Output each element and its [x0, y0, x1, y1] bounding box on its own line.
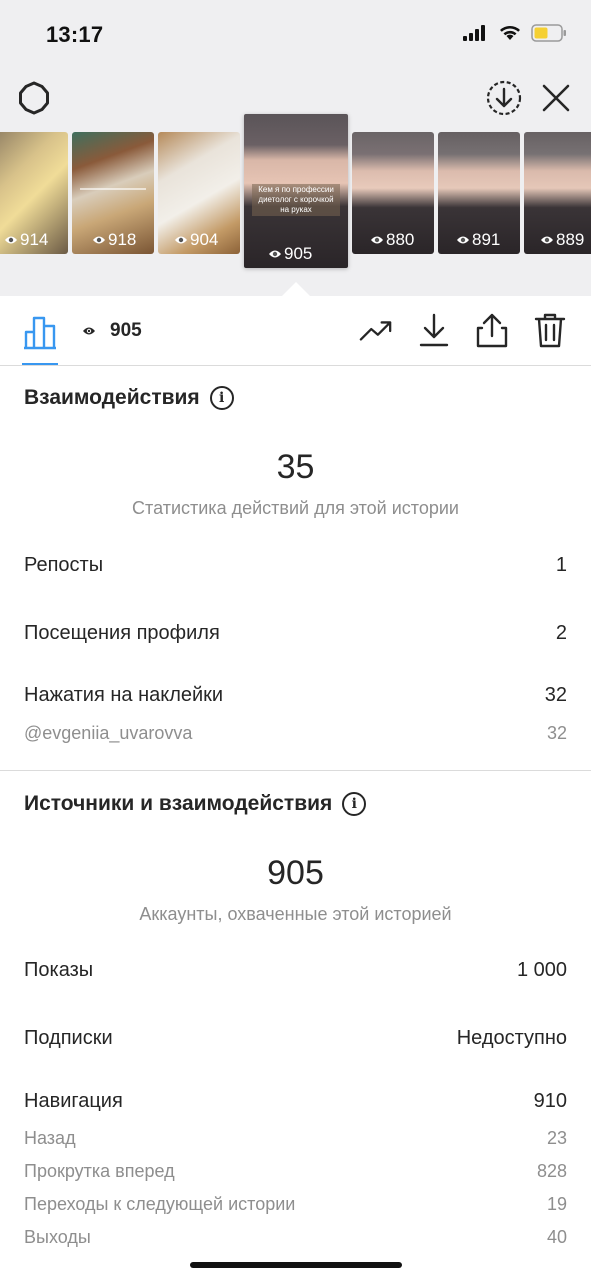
interactions-total: 35	[276, 448, 315, 486]
info-icon[interactable]: i	[209, 386, 234, 410]
story-view-count: 889	[540, 230, 584, 250]
story-actions	[359, 312, 567, 348]
story-viewer-header: 13:17 914 918 904 Кем я по профессии дие…	[0, 0, 591, 296]
story-thumbnail[interactable]: 891	[438, 132, 520, 254]
eye-icon	[457, 236, 469, 244]
insights-tabbar: 905	[0, 296, 591, 366]
story-thumbnail-active[interactable]: Кем я по профессии диетолог с корочкой н…	[244, 114, 348, 268]
story-view-count: 880	[370, 230, 414, 250]
eye-icon	[541, 236, 553, 244]
story-thumbnail[interactable]: 904	[158, 132, 240, 254]
stat-row-impressions: Показы 1 000	[24, 959, 567, 981]
story-view-count: 918	[92, 230, 136, 250]
stat-row-forward: Прокрутка вперед 828	[24, 1161, 567, 1181]
wifi-icon	[500, 26, 520, 40]
signal-icon	[463, 25, 485, 41]
story-view-count: 891	[456, 230, 500, 250]
close-button[interactable]	[536, 78, 576, 118]
stat-row-profile-visits: Посещения профиля 2	[24, 622, 567, 644]
battery-icon	[531, 24, 566, 42]
story-thumbnail[interactable]: 918	[72, 132, 154, 254]
views-count: 905	[82, 320, 142, 342]
download-story-button[interactable]	[484, 78, 524, 118]
discovery-title: Источники и взаимодействия i	[24, 792, 367, 816]
eye-icon	[175, 236, 187, 244]
save-button[interactable]	[417, 312, 451, 348]
reach-total: 905	[267, 854, 324, 892]
story-view-count: 914	[4, 230, 48, 250]
story-thumbnail[interactable]: 914	[0, 132, 68, 254]
stat-row-follows: Подписки Недоступно	[24, 1027, 567, 1049]
share-button[interactable]	[475, 312, 509, 348]
status-time: 13:17	[46, 22, 104, 47]
tab-insights[interactable]	[22, 314, 58, 350]
promote-button[interactable]	[359, 312, 393, 348]
stat-row-mention-sticker: @evgeniia_uvarovva 32	[24, 723, 567, 743]
stat-row-reposts: Репосты 1	[24, 554, 567, 576]
reach-total-caption: Аккаунты, охваченные этой историей	[139, 904, 452, 924]
eye-icon	[371, 236, 383, 244]
story-view-count: 904	[174, 230, 218, 250]
delete-button[interactable]	[533, 312, 567, 348]
info-icon[interactable]: i	[342, 792, 367, 816]
story-caption	[80, 188, 146, 191]
settings-button[interactable]	[14, 78, 54, 118]
gear-icon	[19, 81, 49, 115]
stat-row-exits: Выходы 40	[24, 1227, 567, 1247]
trend-up-icon	[359, 321, 392, 341]
story-caption: Кем я по профессии диетолог с корочкой н…	[252, 184, 340, 216]
story-thumbnail[interactable]: 880	[352, 132, 434, 254]
eye-icon	[269, 250, 281, 258]
eye-icon	[5, 236, 17, 244]
trash-icon	[534, 313, 566, 348]
home-indicator[interactable]	[190, 1262, 402, 1268]
story-view-count: 905	[268, 244, 312, 264]
eye-icon	[83, 327, 95, 335]
interactions-title: Взаимодействия i	[24, 386, 234, 410]
stat-row-next-story: Переходы к следующей истории 19	[24, 1194, 567, 1214]
stories-strip: 914 918 904 Кем я по профессии диетолог …	[0, 114, 591, 274]
interactions-total-caption: Статистика действий для этой истории	[132, 498, 459, 518]
stat-row-navigation: Навигация 910	[24, 1090, 567, 1112]
share-icon	[476, 313, 508, 348]
selected-story-pointer	[281, 282, 311, 297]
story-thumbnail[interactable]: 889	[524, 132, 591, 254]
tab-active-underline	[22, 363, 58, 365]
bar-chart-icon	[24, 316, 56, 350]
close-icon	[542, 84, 570, 112]
status-icons	[463, 24, 567, 42]
stat-row-back: Назад 23	[24, 1128, 567, 1148]
stat-row-sticker-taps: Нажатия на наклейки 32	[24, 684, 567, 706]
download-icon	[419, 313, 449, 347]
eye-icon	[93, 236, 105, 244]
download-circle-icon	[486, 80, 522, 116]
section-divider	[0, 770, 591, 771]
